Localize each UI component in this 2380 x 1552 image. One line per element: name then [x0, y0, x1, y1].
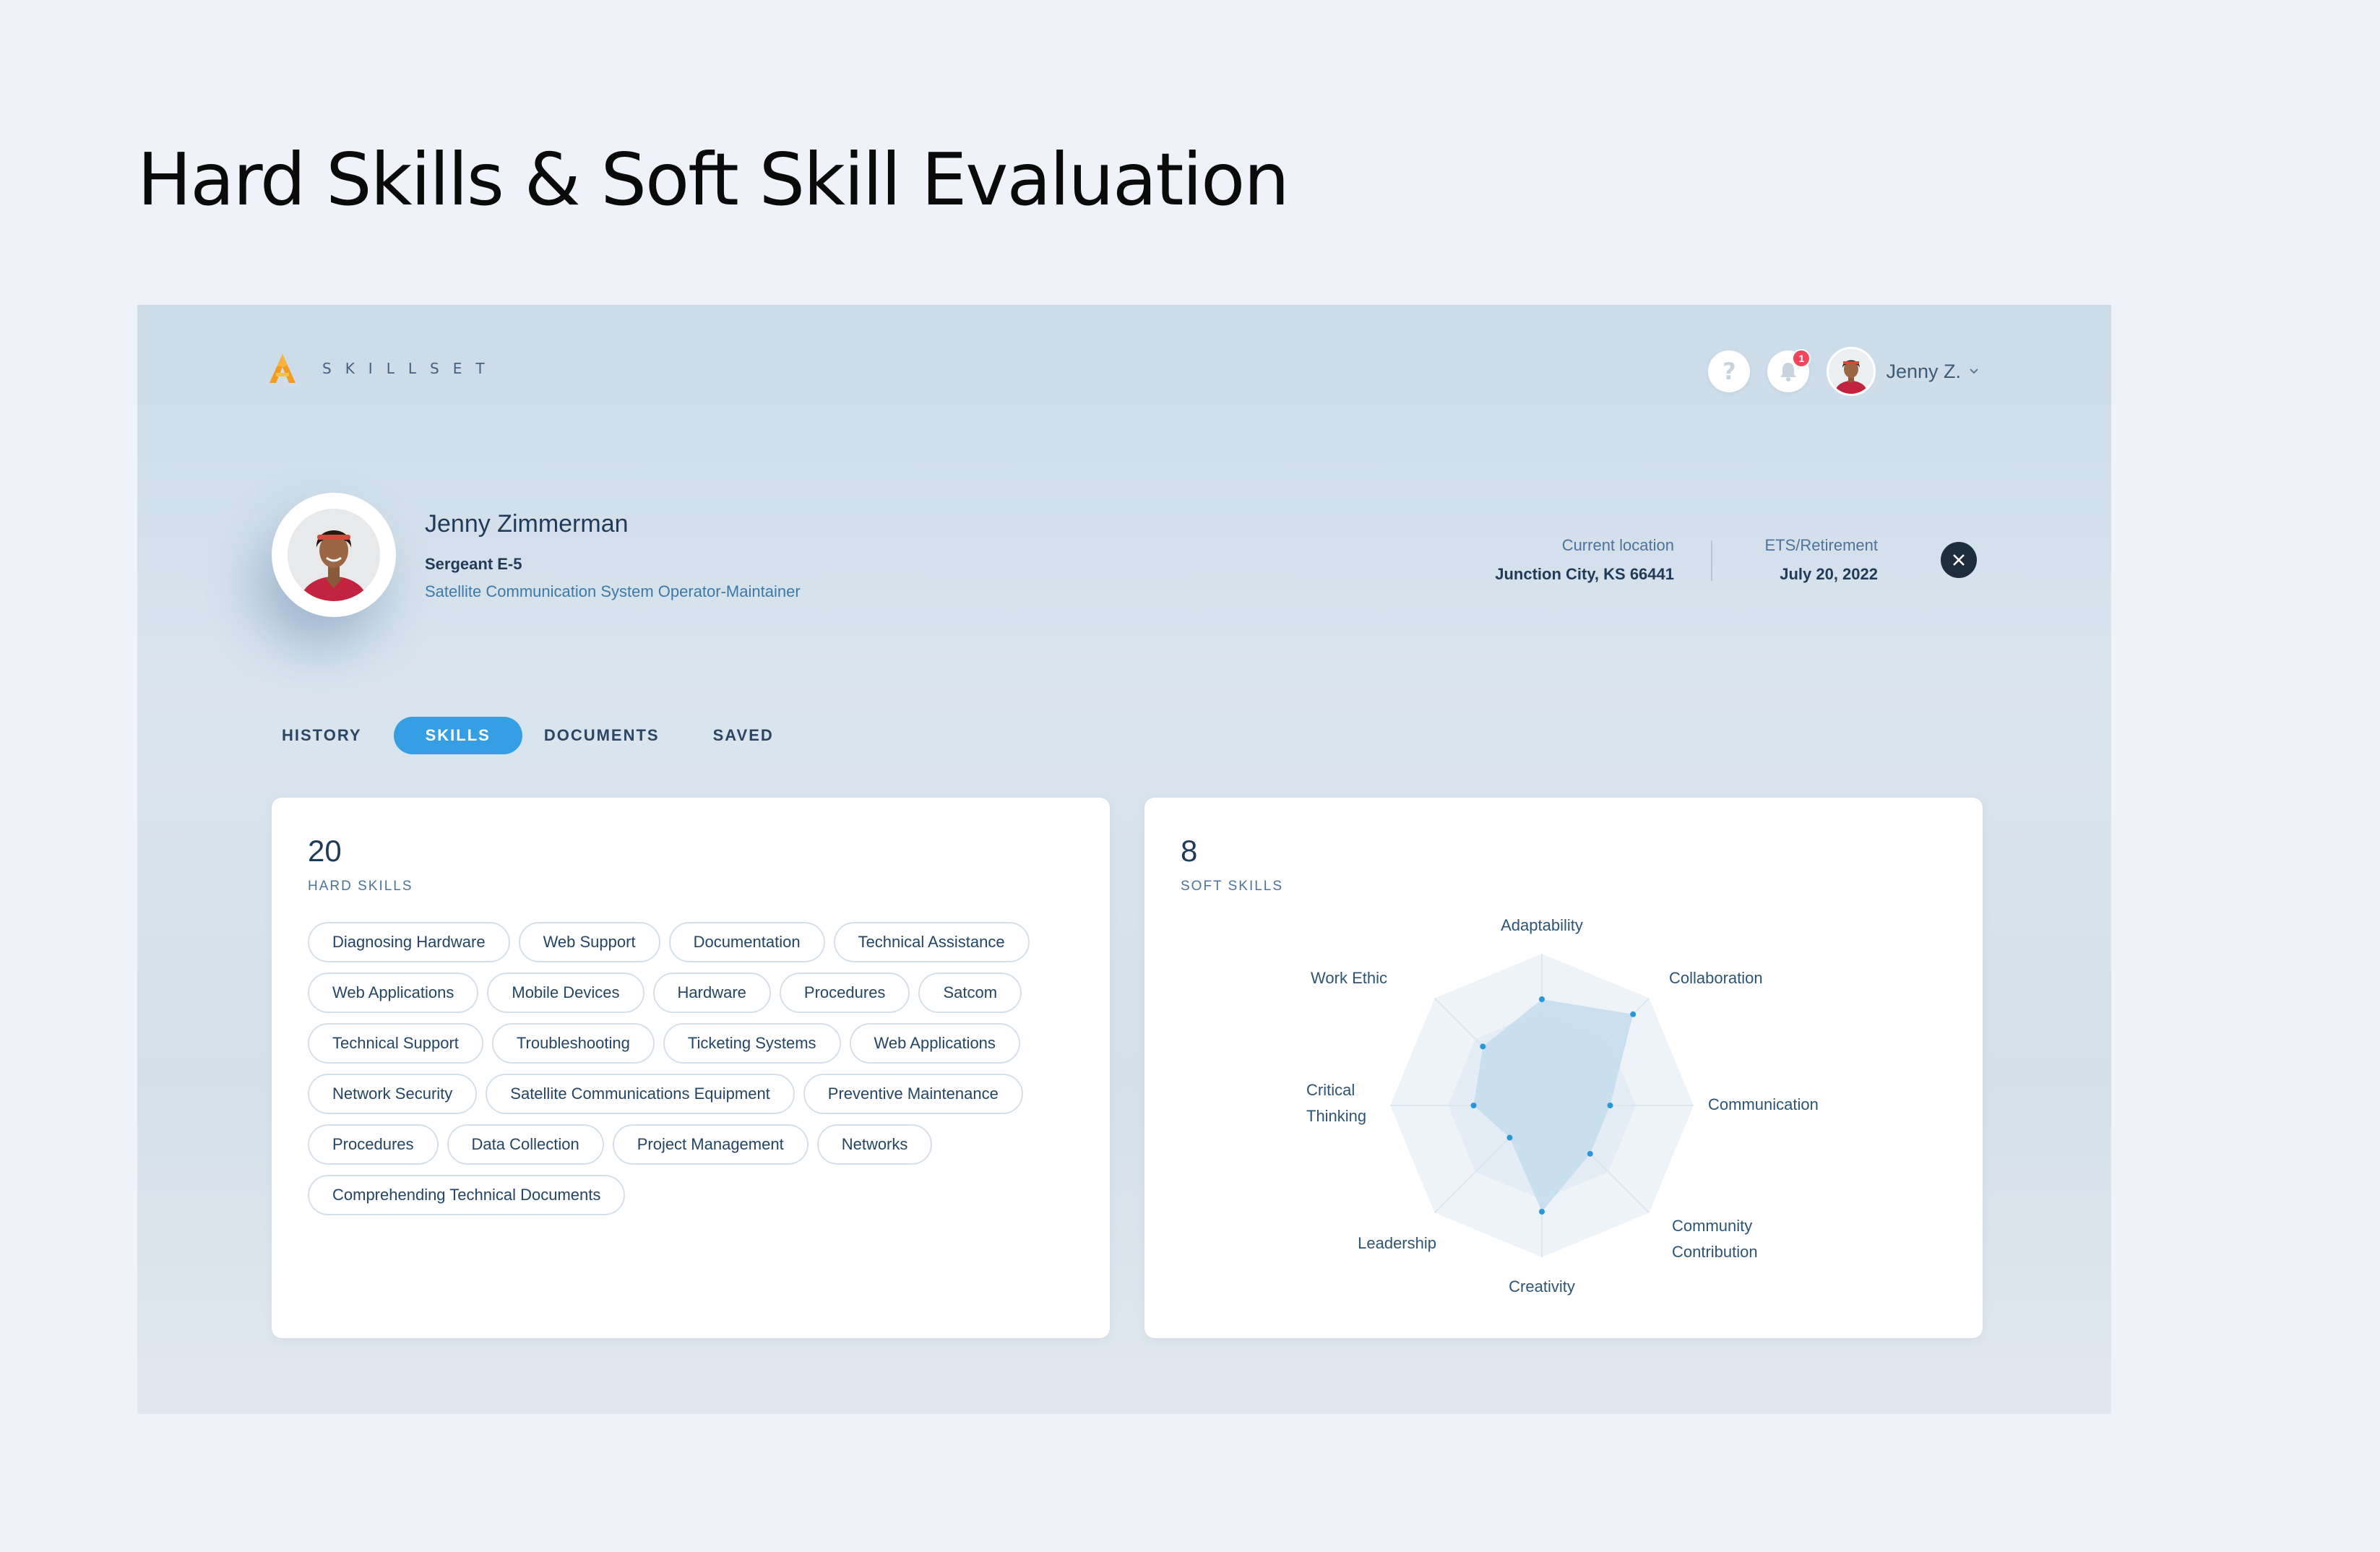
- radar-axis-label: Adaptability: [1501, 916, 1583, 934]
- hard-skills-card: 20 HARD SKILLS Diagnosing Hardware Web Su…: [272, 798, 1110, 1338]
- location-value: Junction City, KS 66441: [1495, 565, 1674, 583]
- skill-chip[interactable]: Web Applications: [849, 1023, 1020, 1064]
- tab-skills[interactable]: SKILLS: [393, 717, 522, 754]
- radar-data-point: [1506, 1134, 1513, 1141]
- soft-skills-radar-chart: Adaptability Collaboration Communication Co…: [1306, 916, 1819, 1296]
- radar-data-point: [1480, 1043, 1486, 1050]
- chevron-down-icon[interactable]: [1968, 366, 1980, 377]
- skill-chip[interactable]: Troubleshooting: [491, 1023, 655, 1064]
- skill-chip[interactable]: Ticketing Systems: [663, 1023, 841, 1064]
- radar-axis-label: Work Ethic: [1311, 969, 1387, 987]
- user-menu-name[interactable]: Jenny Z.: [1886, 361, 1961, 383]
- profile-role: Satellite Communication System Operator-…: [425, 582, 801, 600]
- skill-chip[interactable]: Web Applications: [308, 973, 479, 1013]
- ets-retirement: ETS/Retirement July 20, 2022: [1765, 536, 1879, 584]
- radar-axis-label: Creativity: [1509, 1277, 1575, 1296]
- hard-skills-label: HARD SKILLS: [308, 879, 413, 894]
- skill-chip[interactable]: Mobile Devices: [487, 973, 644, 1013]
- profile-avatar: [272, 493, 396, 617]
- radar-axis-label: Community Contribution: [1672, 1217, 1758, 1261]
- header-actions: ? 1 Jenny Z.: [1708, 347, 1980, 396]
- radar-data-point: [1630, 1011, 1637, 1017]
- skill-chip[interactable]: Procedures: [779, 973, 910, 1013]
- location-label: Current location: [1561, 536, 1674, 554]
- soft-skills-card: 8 SOFT SKILLS Adaptability Collaboration C…: [1144, 798, 1983, 1338]
- user-avatar-image: [1829, 349, 1874, 394]
- app-logo[interactable]: SKILLSET: [269, 353, 499, 384]
- user-avatar[interactable]: [1827, 347, 1876, 396]
- radar-data-point: [1470, 1103, 1477, 1108]
- radar-data-point: [1607, 1103, 1613, 1108]
- hard-skills-list: Diagnosing Hardware Web Support Documentat…: [308, 922, 1088, 1225]
- skill-chip[interactable]: Networks: [816, 1124, 933, 1165]
- close-button[interactable]: [1941, 542, 1977, 578]
- tab-history[interactable]: HISTORY: [249, 717, 394, 754]
- close-icon: [1953, 554, 1965, 566]
- skill-chip[interactable]: Diagnosing Hardware: [308, 922, 510, 962]
- radar-data-point: [1587, 1150, 1593, 1157]
- ets-value: July 20, 2022: [1780, 565, 1878, 583]
- skill-chip[interactable]: Technical Assistance: [833, 922, 1030, 962]
- help-icon: ?: [1723, 358, 1736, 385]
- radar-axis-label: Leadership: [1358, 1234, 1436, 1252]
- skill-chip[interactable]: Hardware: [652, 973, 771, 1013]
- skill-chip[interactable]: Web Support: [518, 922, 660, 962]
- hard-skills-count: 20: [308, 834, 342, 868]
- help-button[interactable]: ?: [1708, 350, 1751, 392]
- radar-axis-label: Collaboration: [1669, 969, 1763, 987]
- radar-axis-label: Communication: [1708, 1095, 1819, 1113]
- skill-chip[interactable]: Satellite Communications Equipment: [486, 1074, 795, 1114]
- page-title: Hard Skills & Soft Skill Evaluation: [137, 137, 1290, 222]
- radar-data-point: [1539, 1209, 1545, 1215]
- current-location: Current location Junction City, KS 66441: [1495, 536, 1674, 584]
- info-divider: [1711, 540, 1712, 581]
- profile-tabs: HISTORY SKILLS DOCUMENTS SAVED: [271, 717, 796, 754]
- notifications-button[interactable]: 1: [1767, 349, 1811, 392]
- logo-mark-icon: [270, 354, 296, 383]
- ets-label: ETS/Retirement: [1764, 536, 1879, 554]
- skill-chip[interactable]: Documentation: [668, 922, 825, 962]
- profile-rank: Sergeant E-5: [425, 555, 522, 573]
- tab-saved[interactable]: SAVED: [683, 717, 796, 754]
- skill-chip[interactable]: Preventive Maintenance: [803, 1074, 1023, 1114]
- skill-chip[interactable]: Data Collection: [447, 1124, 604, 1165]
- logo-text: SKILLSET: [322, 360, 499, 377]
- skill-chip[interactable]: Procedures: [308, 1124, 439, 1165]
- skill-chip[interactable]: Satcom: [918, 973, 1022, 1013]
- tab-documents[interactable]: DOCUMENTS: [522, 717, 683, 754]
- profile-photo: [288, 509, 380, 601]
- skill-chip[interactable]: Technical Support: [308, 1023, 483, 1064]
- app-window: SKILLSET ? 1 Jenny Z. Jenny Zimmerman Se…: [137, 305, 2111, 1414]
- profile-name: Jenny Zimmerman: [425, 510, 629, 538]
- skill-chip[interactable]: Comprehending Technical Documents: [308, 1175, 626, 1215]
- skill-chip[interactable]: Network Security: [308, 1074, 478, 1114]
- radar-data-point: [1539, 996, 1545, 1002]
- skill-chip[interactable]: Project Management: [612, 1124, 809, 1165]
- radar-axis-label: Critical Thinking: [1306, 1081, 1366, 1125]
- notification-badge: 1: [1792, 349, 1811, 368]
